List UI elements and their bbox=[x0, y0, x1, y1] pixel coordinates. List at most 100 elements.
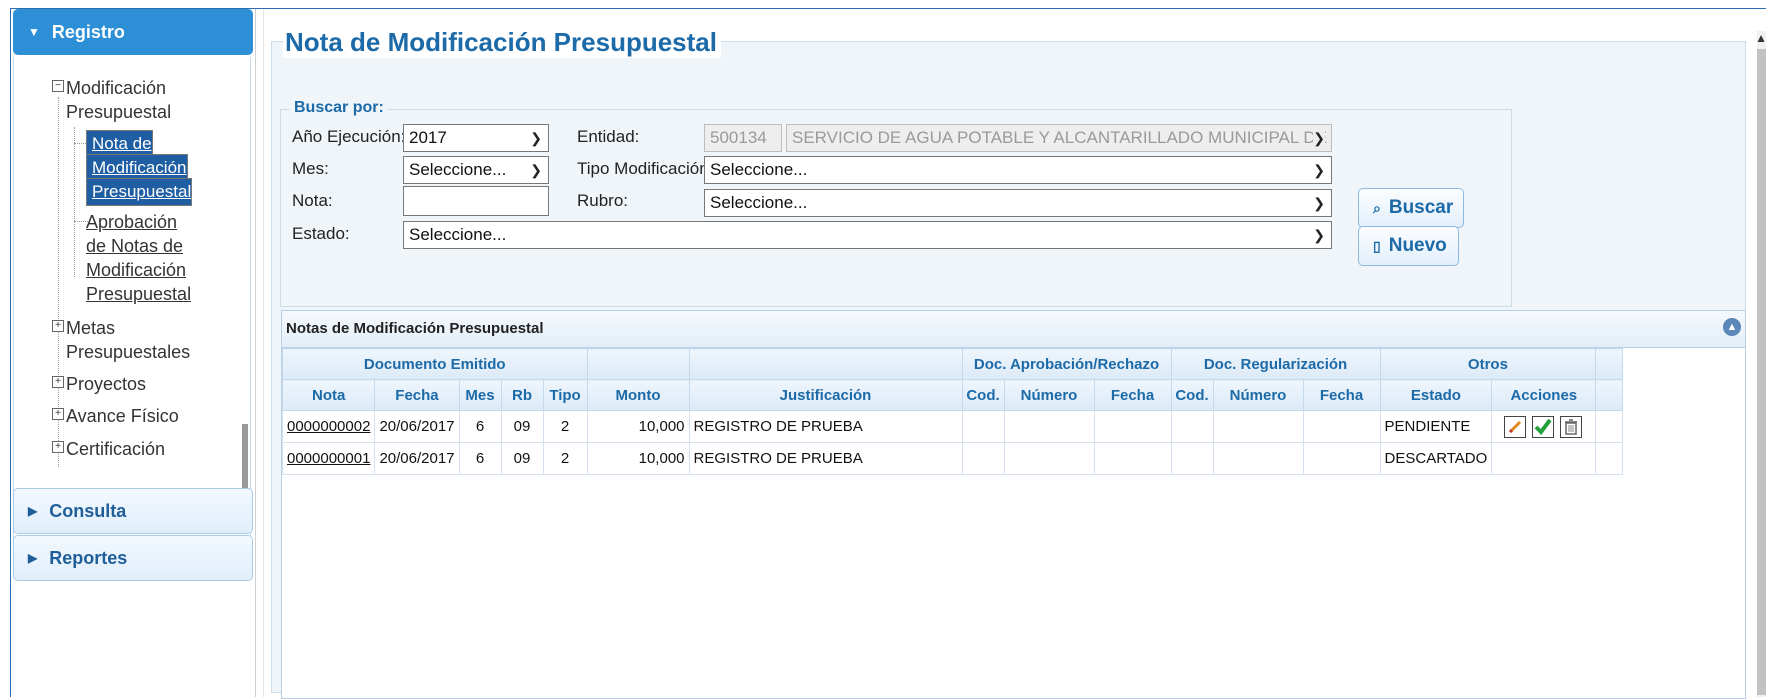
cell-r-fecha bbox=[1302, 410, 1381, 443]
col-header-a-numero[interactable]: Número bbox=[1003, 379, 1095, 411]
group-header-regularizacion: Doc. Regularización bbox=[1170, 348, 1381, 380]
app-window: ▼ Registro − Modificación Presupuestal No… bbox=[10, 8, 1766, 699]
sidebar: ▼ Registro − Modificación Presupuestal No… bbox=[11, 9, 255, 697]
col-header-r-fecha[interactable]: Fecha bbox=[1302, 379, 1381, 411]
cell-rb: 09 bbox=[500, 410, 544, 443]
col-header-rb[interactable]: Rb bbox=[500, 379, 544, 411]
nota-label: Nota: bbox=[292, 191, 333, 210]
cell-mes: 6 bbox=[458, 442, 502, 475]
col-header-r-numero[interactable]: Número bbox=[1212, 379, 1304, 411]
caret-down-icon: ▼ bbox=[28, 25, 40, 39]
cell-r-cod bbox=[1170, 442, 1214, 475]
anio-select[interactable]: 2017 ❯ bbox=[403, 124, 549, 152]
group-header-empty bbox=[1595, 348, 1624, 380]
cell-estado: DESCARTADO bbox=[1379, 442, 1493, 475]
chevron-down-icon: ❯ bbox=[1313, 195, 1325, 211]
cell-a-numero bbox=[1003, 442, 1095, 475]
cell-spacer bbox=[1595, 410, 1624, 443]
cell-r-numero bbox=[1212, 442, 1304, 475]
expand-plus-icon[interactable]: + bbox=[52, 408, 64, 420]
col-header-acciones: Acciones bbox=[1491, 379, 1597, 411]
accordion-registro[interactable]: ▼ Registro bbox=[13, 9, 253, 55]
col-header-justificacion[interactable]: Justificación bbox=[688, 379, 963, 411]
tree-link-aprobacion[interactable]: Modificación bbox=[86, 257, 186, 284]
tree-node-metas-cont: Presupuestales bbox=[66, 342, 191, 362]
chevron-down-icon: ❯ bbox=[530, 130, 542, 146]
col-header-mes[interactable]: Mes bbox=[458, 379, 502, 411]
cell-estado: PENDIENTE bbox=[1379, 410, 1493, 443]
anio-label: Año Ejecución: bbox=[292, 127, 406, 146]
entidad-label: Entidad: bbox=[577, 127, 640, 146]
tree-node-modificacion[interactable]: − Modificación bbox=[52, 75, 166, 102]
chevron-down-icon: ❯ bbox=[1313, 227, 1325, 243]
cell-r-fecha bbox=[1302, 442, 1381, 475]
page-title: Nota de Modificación Presupuestal bbox=[283, 27, 721, 58]
tree-node-proyectos[interactable]: + Proyectos bbox=[52, 371, 146, 398]
cell-justificacion: REGISTRO DE PRUEBA bbox=[688, 442, 963, 475]
cell-monto: 10,000 bbox=[586, 410, 690, 443]
estado-select[interactable]: Seleccione... ❯ bbox=[403, 221, 1332, 249]
rubro-select[interactable]: Seleccione... ❯ bbox=[704, 189, 1332, 217]
col-header-fecha[interactable]: Fecha bbox=[374, 379, 460, 411]
tree-link-nota-modificacion[interactable]: Presupuestal bbox=[86, 178, 193, 206]
cell-a-fecha bbox=[1093, 410, 1172, 443]
tree-node-certificacion[interactable]: + Certificación bbox=[52, 436, 165, 463]
tree-link-aprobacion[interactable]: de Notas de bbox=[86, 233, 183, 260]
approve-check-icon[interactable] bbox=[1531, 415, 1554, 438]
main-scrollbar-thumb[interactable] bbox=[1757, 49, 1766, 695]
caret-right-icon: ▶ bbox=[28, 551, 38, 565]
col-header-nota[interactable]: Nota bbox=[281, 379, 376, 411]
accordion-label: Reportes bbox=[49, 547, 128, 568]
delete-trash-icon[interactable] bbox=[1559, 415, 1582, 438]
col-header-spacer bbox=[1595, 379, 1624, 411]
cell-fecha: 20/06/2017 bbox=[374, 410, 460, 443]
cell-r-numero bbox=[1212, 410, 1304, 443]
mes-label: Mes: bbox=[292, 159, 329, 178]
new-document-icon: ▯ bbox=[1373, 237, 1381, 254]
table-row[interactable]: 0000000001 20/06/2017 6 09 2 10,000 REGI… bbox=[281, 442, 1624, 475]
tree-node-metas[interactable]: + Metas bbox=[52, 315, 115, 342]
col-header-r-cod[interactable]: Cod. bbox=[1170, 379, 1214, 411]
cell-spacer bbox=[1595, 442, 1624, 475]
results-grid: Notas de Modificación Presupuestal ▲ Doc… bbox=[281, 310, 1746, 699]
nota-link[interactable]: 0000000001 bbox=[287, 450, 370, 467]
mes-select[interactable]: Seleccione... ❯ bbox=[403, 156, 549, 184]
nota-input[interactable] bbox=[403, 186, 549, 216]
col-header-tipo[interactable]: Tipo bbox=[542, 379, 588, 411]
main-content: Nota de Modificación Presupuestal Buscar… bbox=[264, 9, 1766, 699]
nota-link[interactable]: 0000000002 bbox=[287, 418, 370, 435]
col-header-a-cod[interactable]: Cod. bbox=[961, 379, 1005, 411]
cell-mes: 6 bbox=[458, 410, 502, 443]
cell-nota[interactable]: 0000000001 bbox=[281, 442, 376, 475]
accordion-label: Consulta bbox=[49, 500, 127, 521]
buscar-button[interactable]: ⌕ Buscar bbox=[1358, 188, 1464, 228]
tipo-modificacion-select[interactable]: Seleccione... ❯ bbox=[704, 156, 1332, 184]
expand-plus-icon[interactable]: + bbox=[52, 320, 64, 332]
cell-tipo: 2 bbox=[542, 410, 588, 443]
expand-plus-icon[interactable]: + bbox=[52, 441, 64, 453]
navigation-tree: − Modificación Presupuestal Nota de Modif… bbox=[13, 57, 251, 545]
collapse-minus-icon[interactable]: − bbox=[52, 80, 64, 92]
grid-caption-label: Notas de Modificación Presupuestal bbox=[286, 320, 544, 337]
col-header-monto[interactable]: Monto bbox=[586, 379, 690, 411]
accordion-reportes[interactable]: ▶ Reportes bbox=[13, 535, 253, 581]
tree-link-aprobacion[interactable]: Aprobación bbox=[86, 209, 177, 236]
expand-plus-icon[interactable]: + bbox=[52, 376, 64, 388]
tipo-modificacion-label: Tipo Modificación: bbox=[577, 159, 714, 178]
group-header-aprobacion: Doc. Aprobación/Rechazo bbox=[961, 348, 1172, 380]
chevron-down-icon: ❯ bbox=[1313, 162, 1325, 178]
cell-r-cod bbox=[1170, 410, 1214, 443]
scroll-up-icon[interactable]: ▲ bbox=[1755, 31, 1766, 45]
accordion-consulta[interactable]: ▶ Consulta bbox=[13, 488, 253, 534]
table-row[interactable]: 0000000002 20/06/2017 6 09 2 10,000 REGI… bbox=[281, 410, 1624, 443]
col-header-estado[interactable]: Estado bbox=[1379, 379, 1493, 411]
col-header-a-fecha[interactable]: Fecha bbox=[1093, 379, 1172, 411]
tree-node-avance-fisico[interactable]: + Avance Físico bbox=[52, 403, 179, 430]
cell-nota[interactable]: 0000000002 bbox=[281, 410, 376, 443]
nuevo-button[interactable]: ▯ Nuevo bbox=[1358, 226, 1459, 266]
cell-fecha: 20/06/2017 bbox=[374, 442, 460, 475]
tree-link-aprobacion[interactable]: Presupuestal bbox=[86, 281, 191, 308]
collapse-icon[interactable]: ▲ bbox=[1723, 318, 1741, 336]
grid-caption: Notas de Modificación Presupuestal bbox=[282, 311, 1745, 348]
edit-icon[interactable] bbox=[1503, 415, 1526, 438]
